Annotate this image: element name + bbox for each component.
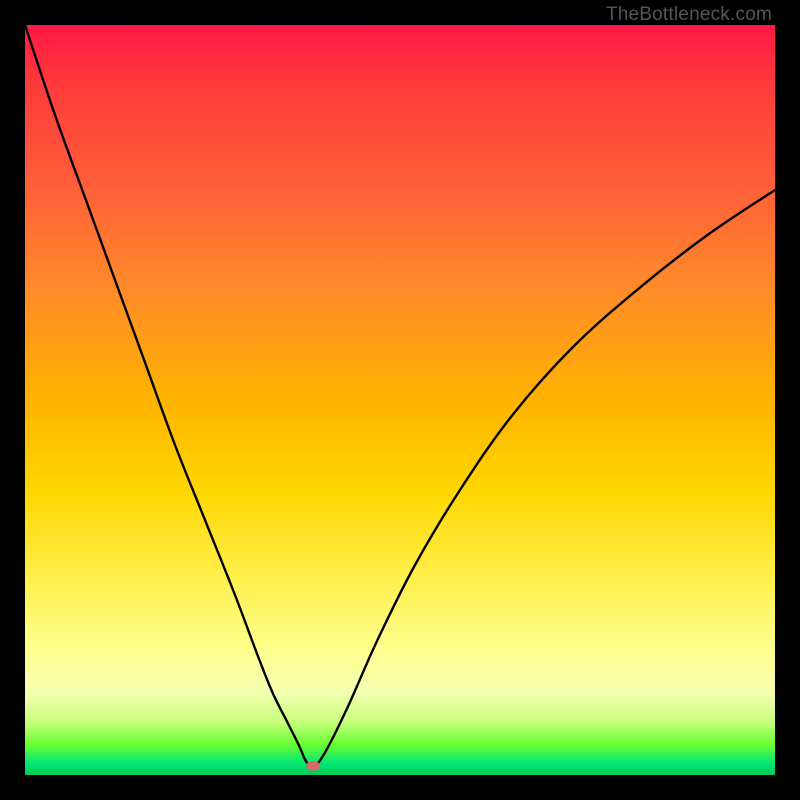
bottleneck-curve [25,25,775,775]
plot-area [25,25,775,775]
watermark-text: TheBottleneck.com [606,4,772,26]
minimum-marker [307,762,320,771]
chart-frame: TheBottleneck.com [0,0,800,800]
